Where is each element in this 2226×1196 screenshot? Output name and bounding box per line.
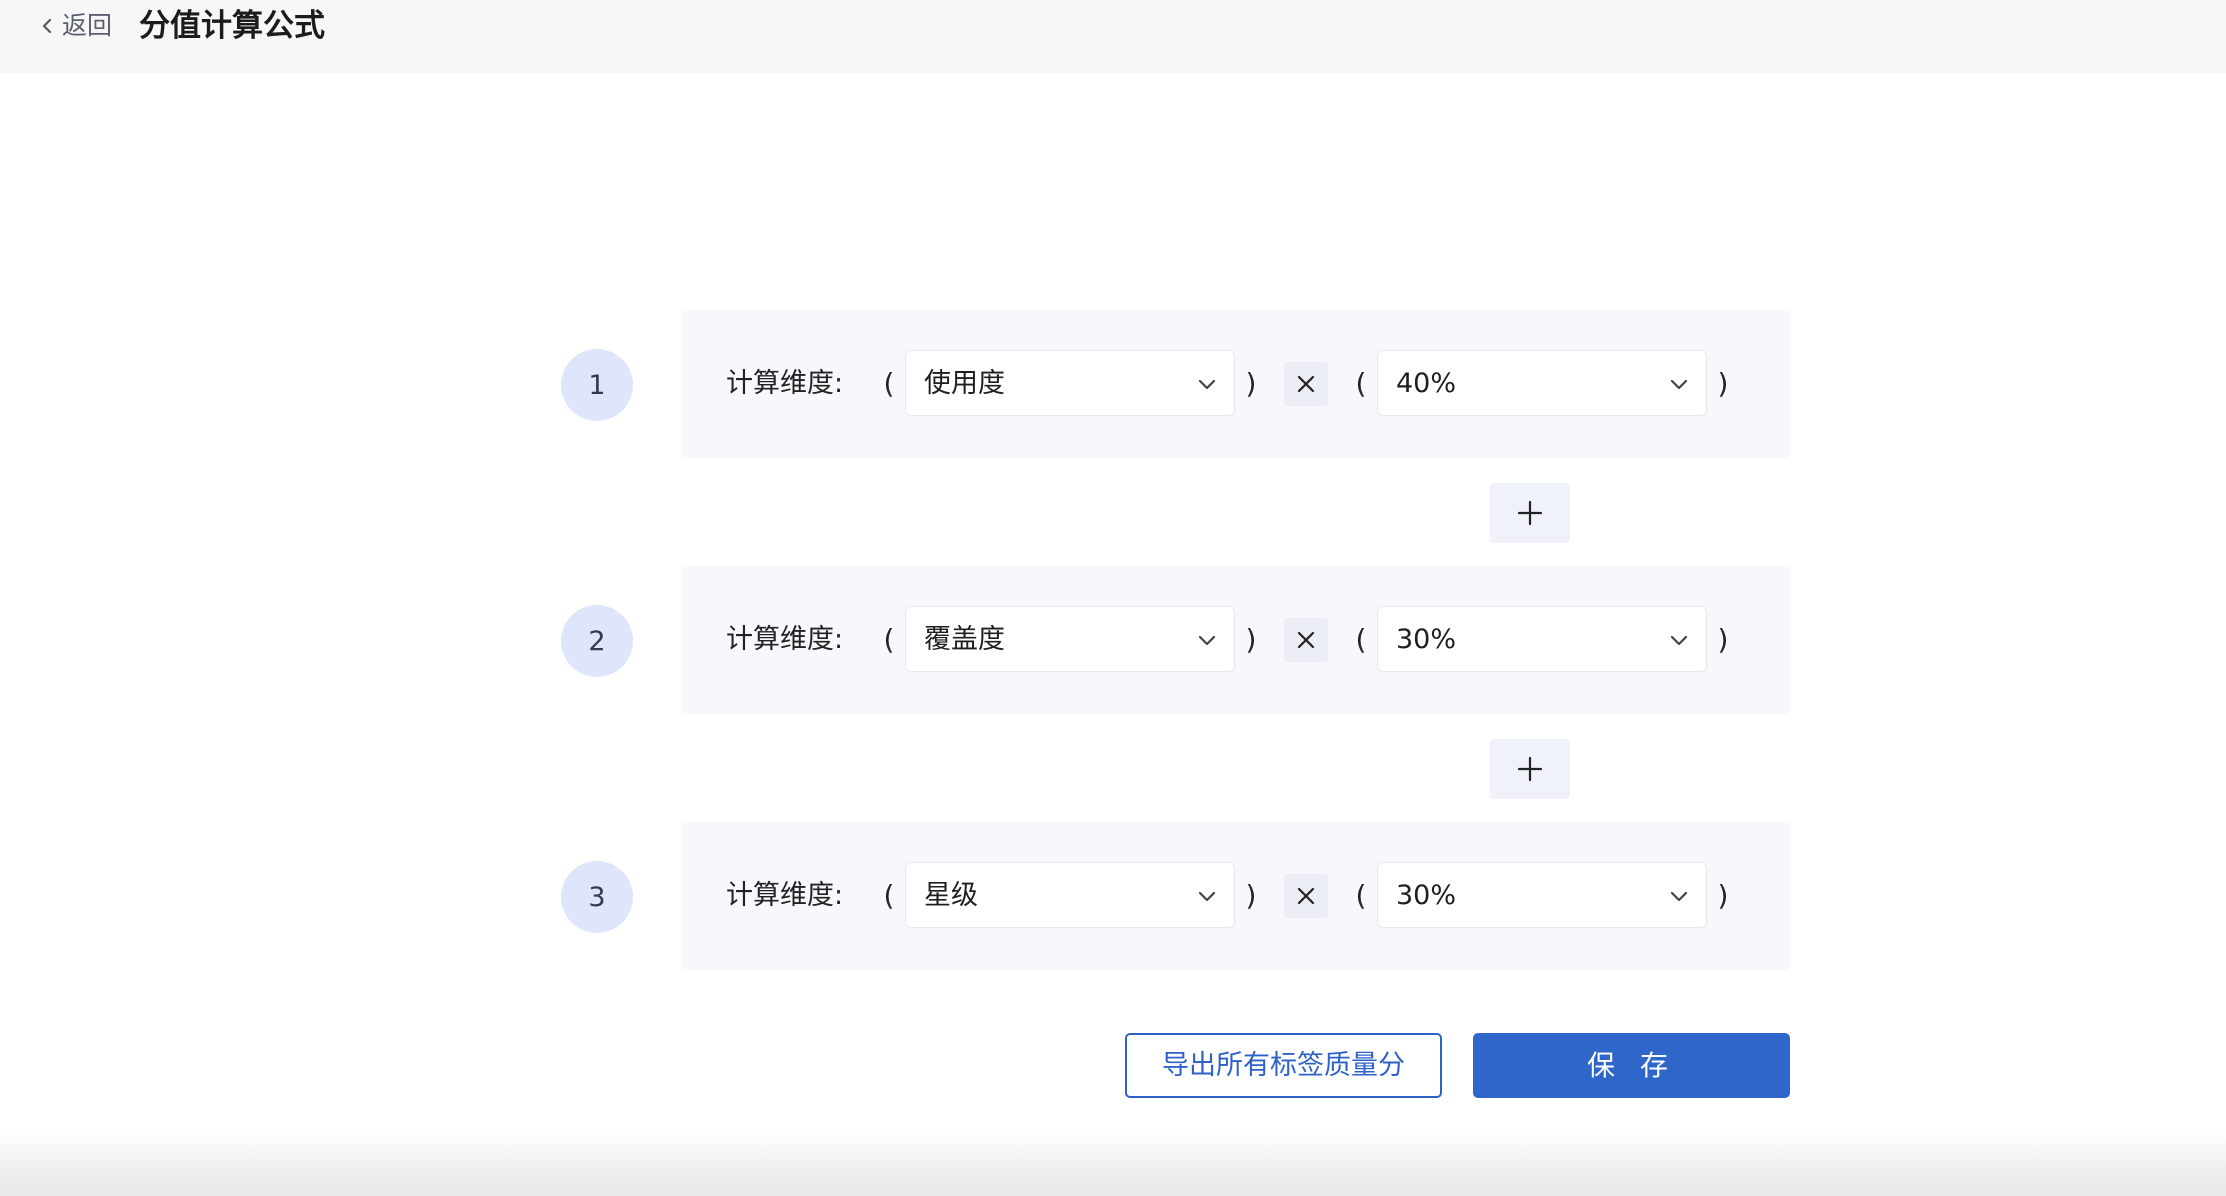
page-header: 返回 分值计算公式 (0, 0, 2226, 73)
close-paren: ) (1245, 367, 1257, 400)
add-row-button[interactable] (1490, 739, 1570, 799)
formula-row: 计算维度: ( 使用度 ) ( 40% ) (681, 310, 1791, 458)
chevron-down-icon (1198, 891, 1216, 902)
times-icon (1284, 362, 1328, 406)
back-label: 返回 (62, 11, 113, 40)
open-paren: ( (883, 367, 895, 400)
close-paren: ) (1717, 367, 1729, 400)
chevron-down-icon (1198, 379, 1216, 390)
chevron-down-icon (1670, 891, 1688, 902)
weight-select-value: 30% (1396, 880, 1457, 911)
times-icon (1284, 618, 1328, 662)
dimension-select[interactable]: 覆盖度 (905, 606, 1235, 672)
weight-select[interactable]: 30% (1377, 862, 1707, 928)
dimension-label: 计算维度: (726, 880, 844, 911)
plus-icon (1517, 500, 1543, 526)
step-number: 2 (561, 605, 633, 677)
close-paren: ) (1717, 623, 1729, 656)
weight-select[interactable]: 40% (1377, 350, 1707, 416)
chevron-down-icon (1198, 635, 1216, 646)
export-scores-button[interactable]: 导出所有标签质量分 (1125, 1033, 1442, 1098)
formula-row: 计算维度: ( 覆盖度 ) ( 30% ) (681, 566, 1791, 714)
chevron-left-icon (42, 18, 52, 34)
close-paren: ) (1245, 623, 1257, 656)
open-paren: ( (1355, 367, 1367, 400)
back-button[interactable]: 返回 (38, 8, 112, 44)
dimension-select-value: 使用度 (924, 368, 1005, 399)
open-paren: ( (1355, 879, 1367, 912)
weight-select[interactable]: 30% (1377, 606, 1707, 672)
page-title: 分值计算公式 (139, 8, 325, 44)
dimension-label: 计算维度: (726, 368, 844, 399)
bottom-shadow (0, 1130, 2226, 1196)
dimension-label: 计算维度: (726, 624, 844, 655)
add-row-button[interactable] (1490, 483, 1570, 543)
weight-select-value: 30% (1396, 624, 1457, 655)
dimension-select-value: 覆盖度 (924, 624, 1005, 655)
open-paren: ( (1355, 623, 1367, 656)
open-paren: ( (883, 623, 895, 656)
plus-icon (1517, 756, 1543, 782)
chevron-down-icon (1670, 379, 1688, 390)
dimension-select[interactable]: 使用度 (905, 350, 1235, 416)
close-paren: ) (1717, 879, 1729, 912)
dimension-select[interactable]: 星级 (905, 862, 1235, 928)
step-number: 1 (561, 349, 633, 421)
times-icon (1284, 874, 1328, 918)
formula-row: 计算维度: ( 星级 ) ( 30% ) (681, 822, 1791, 970)
close-paren: ) (1245, 879, 1257, 912)
score-formula-page: 返回 分值计算公式 1 计算维度: ( 使用度 ) ( 40% ) 2 计算维度… (0, 0, 2226, 1196)
weight-select-value: 40% (1396, 368, 1457, 399)
save-button[interactable]: 保 存 (1473, 1033, 1790, 1098)
chevron-down-icon (1670, 635, 1688, 646)
open-paren: ( (883, 879, 895, 912)
dimension-select-value: 星级 (924, 880, 978, 911)
step-number: 3 (561, 861, 633, 933)
